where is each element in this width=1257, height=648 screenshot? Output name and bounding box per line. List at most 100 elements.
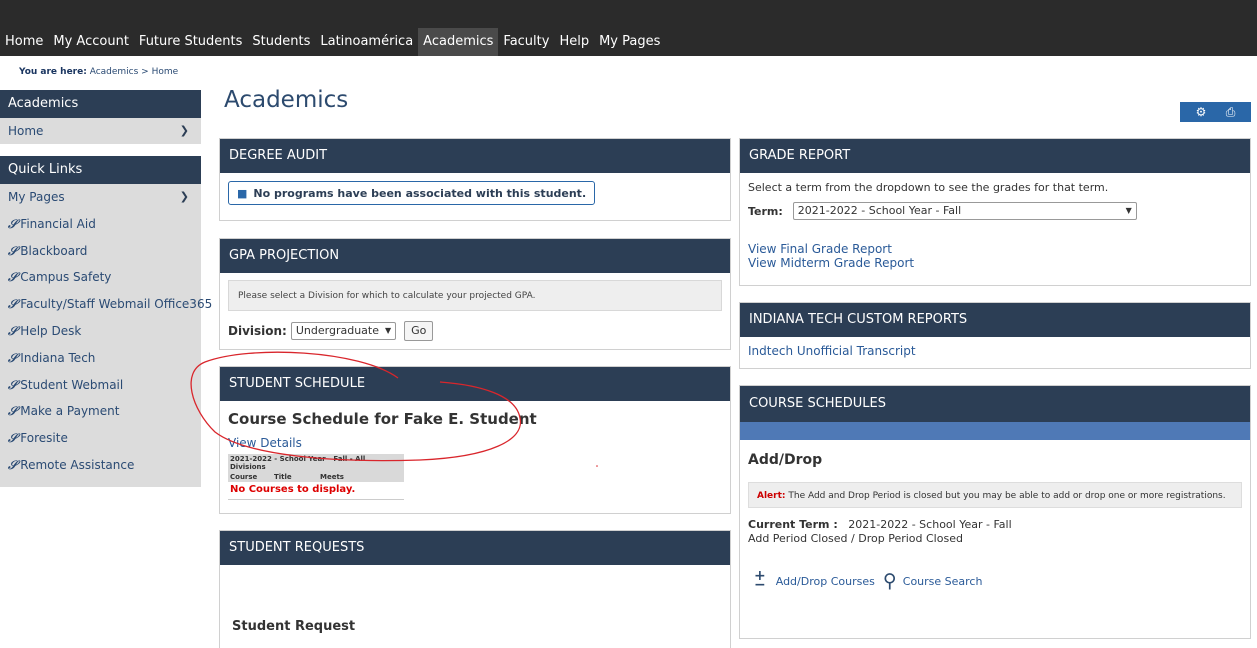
current-term-label: Current Term : — [748, 518, 838, 531]
link-icon: 𝒮 — [8, 457, 18, 472]
final-grade-report-link[interactable]: View Final Grade Report — [748, 242, 1242, 256]
course-search-link[interactable]: Course Search — [903, 575, 983, 588]
sidebar-item-home[interactable]: Home ❯ — [0, 118, 201, 144]
breadcrumb: You are here: Academics > Home — [19, 67, 178, 77]
breadcrumb-path[interactable]: Academics > Home — [90, 67, 178, 77]
chevron-down-icon[interactable]: ❯ — [180, 184, 189, 211]
quick-link-label: Campus Safety — [20, 270, 112, 285]
term-select[interactable]: 2021-2022 - School Year - Fall ▼ — [792, 202, 1137, 220]
quick-link-make-payment[interactable]: 𝒮 Make a Payment — [0, 398, 201, 425]
add-drop-title: Add/Drop — [748, 452, 823, 468]
page-title: Academics — [224, 87, 349, 113]
quick-link-label: Financial Aid — [20, 216, 96, 231]
current-term-value: 2021-2022 - School Year - Fall — [848, 518, 1012, 531]
custom-reports-header: INDIANA TECH CUSTOM REPORTS — [740, 303, 1250, 337]
add-drop-icon: + − — [754, 568, 766, 593]
sidebar: Academics Home ❯ Quick Links My Pages ❯ … — [0, 90, 212, 487]
degree-audit-panel: DEGREE AUDIT ■ No programs have been ass… — [219, 138, 731, 221]
nav-faculty[interactable]: Faculty — [498, 28, 554, 56]
gpa-projection-header: GPA PROJECTION — [220, 239, 730, 273]
sidebar-gap — [0, 144, 201, 156]
sidebar-academics-header: Academics — [0, 90, 201, 118]
go-button[interactable]: Go — [404, 321, 434, 341]
gear-icon[interactable]: ⚙ — [1196, 105, 1207, 119]
division-value: Undergraduate — [295, 324, 379, 337]
quick-link-label: Make a Payment — [20, 404, 120, 419]
link-icon: 𝒮 — [8, 270, 18, 285]
quick-link-remote-assistance[interactable]: 𝒮 Remote Assistance — [0, 452, 201, 479]
link-icon: 𝒮 — [8, 216, 18, 231]
quick-link-label: Remote Assistance — [20, 457, 135, 472]
student-request-title: Student Request — [232, 619, 356, 634]
link-icon: 𝒮 — [8, 323, 18, 338]
link-icon: 𝒮 — [8, 297, 18, 312]
quick-link-label: Foresite — [20, 431, 68, 446]
quick-link-label: Faculty/Staff Webmail Office365 — [20, 297, 213, 312]
schedule-table: 2021-2022 - School Year - Fall - All Div… — [228, 454, 404, 500]
student-requests-panel: STUDENT REQUESTS Student Request — [219, 530, 731, 648]
student-requests-header: STUDENT REQUESTS — [220, 531, 730, 565]
page-tools: ⚙ ⎙ — [1180, 102, 1251, 122]
schedule-table-title: 2021-2022 - School Year - Fall - All Div… — [228, 454, 404, 472]
link-icon: 𝒮 — [8, 243, 18, 258]
link-icon: 𝒮 — [8, 377, 18, 392]
nav-help[interactable]: Help — [554, 28, 594, 56]
view-details-link[interactable]: View Details — [228, 436, 722, 450]
division-select[interactable]: Undergraduate ▼ — [290, 322, 397, 340]
quick-link-indiana-tech[interactable]: 𝒮 Indiana Tech — [0, 345, 201, 372]
quick-links-header: Quick Links — [0, 156, 201, 184]
period-status: Add Period Closed / Drop Period Closed — [748, 532, 963, 545]
term-value: 2021-2022 - School Year - Fall — [797, 204, 962, 217]
sidebar-item-label: Home — [8, 124, 44, 138]
sidebar-item-my-pages[interactable]: My Pages ❯ — [0, 184, 201, 211]
nav-future-students[interactable]: Future Students — [134, 28, 247, 56]
no-courses-message: No Courses to display. — [230, 484, 356, 495]
term-label: Term: — [748, 204, 783, 218]
alert-text: The Add and Drop Period is closed but yo… — [788, 491, 1226, 501]
current-term-block: Current Term : 2021-2022 - School Year -… — [740, 508, 1250, 546]
chevron-down-icon: ▼ — [1125, 206, 1132, 215]
course-schedules-header: COURSE SCHEDULES — [740, 386, 1250, 422]
quick-link-student-webmail[interactable]: 𝒮 Student Webmail — [0, 372, 201, 399]
nav-latinoamerica[interactable]: Latinoamérica — [315, 28, 418, 56]
link-icon: 𝒮 — [8, 404, 18, 419]
nav-students[interactable]: Students — [247, 28, 315, 56]
nav-my-account[interactable]: My Account — [48, 28, 134, 56]
schedule-title: Course Schedule for Fake E. Student — [228, 410, 537, 428]
midterm-grade-report-link[interactable]: View Midterm Grade Report — [748, 256, 1242, 270]
quick-link-campus-safety[interactable]: 𝒮 Campus Safety — [0, 264, 201, 291]
breadcrumb-label: You are here: — [19, 67, 87, 77]
grade-report-panel: GRADE REPORT Select a term from the drop… — [739, 138, 1251, 286]
link-icon: 𝒮 — [8, 350, 18, 365]
quick-link-foresite[interactable]: 𝒮 Foresite — [0, 425, 201, 452]
course-schedules-panel: COURSE SCHEDULES Add/Drop Alert: The Add… — [739, 385, 1251, 639]
nav-academics[interactable]: Academics — [418, 28, 499, 56]
schedule-table-header: Course Title Meets — [228, 472, 404, 482]
quick-link-label: Student Webmail — [20, 377, 124, 392]
top-bar: Home My Account Future Students Students… — [0, 0, 1257, 56]
chevron-down-icon: ▼ — [384, 326, 392, 335]
nav-my-pages[interactable]: My Pages — [594, 28, 665, 56]
column-course: Course — [230, 473, 258, 481]
gpa-projection-panel: GPA PROJECTION Please select a Division … — [219, 238, 731, 350]
sidebar-item-label: My Pages — [8, 190, 65, 204]
print-icon[interactable]: ⎙ — [1226, 105, 1236, 120]
gpa-note: Please select a Division for which to ca… — [228, 280, 722, 311]
alert-label: Alert: — [757, 491, 786, 501]
chevron-down-icon[interactable]: ❯ — [180, 118, 189, 144]
add-drop-courses-link[interactable]: Add/Drop Courses — [776, 575, 875, 588]
nav-home[interactable]: Home — [0, 28, 48, 56]
quick-link-financial-aid[interactable]: 𝒮 Financial Aid — [0, 211, 201, 238]
search-icon: ⚲ — [882, 570, 897, 592]
quick-link-webmail-office365[interactable]: 𝒮 Faculty/Staff Webmail Office365 — [0, 291, 212, 318]
course-schedules-strip — [740, 422, 1250, 440]
unofficial-transcript-link[interactable]: Indtech Unofficial Transcript — [748, 344, 1242, 358]
quick-link-blackboard[interactable]: 𝒮 Blackboard — [0, 238, 201, 265]
add-drop-actions: + − Add/Drop Courses ⚲ Course Search — [740, 546, 1250, 592]
division-label: Division: — [228, 324, 287, 338]
quick-link-help-desk[interactable]: 𝒮 Help Desk — [0, 318, 201, 345]
no-programs-text: No programs have been associated with th… — [253, 186, 587, 200]
custom-reports-panel: INDIANA TECH CUSTOM REPORTS Indtech Unof… — [739, 302, 1251, 369]
grade-report-description: Select a term from the dropdown to see t… — [748, 181, 1109, 194]
column-meets: Meets — [320, 473, 344, 481]
